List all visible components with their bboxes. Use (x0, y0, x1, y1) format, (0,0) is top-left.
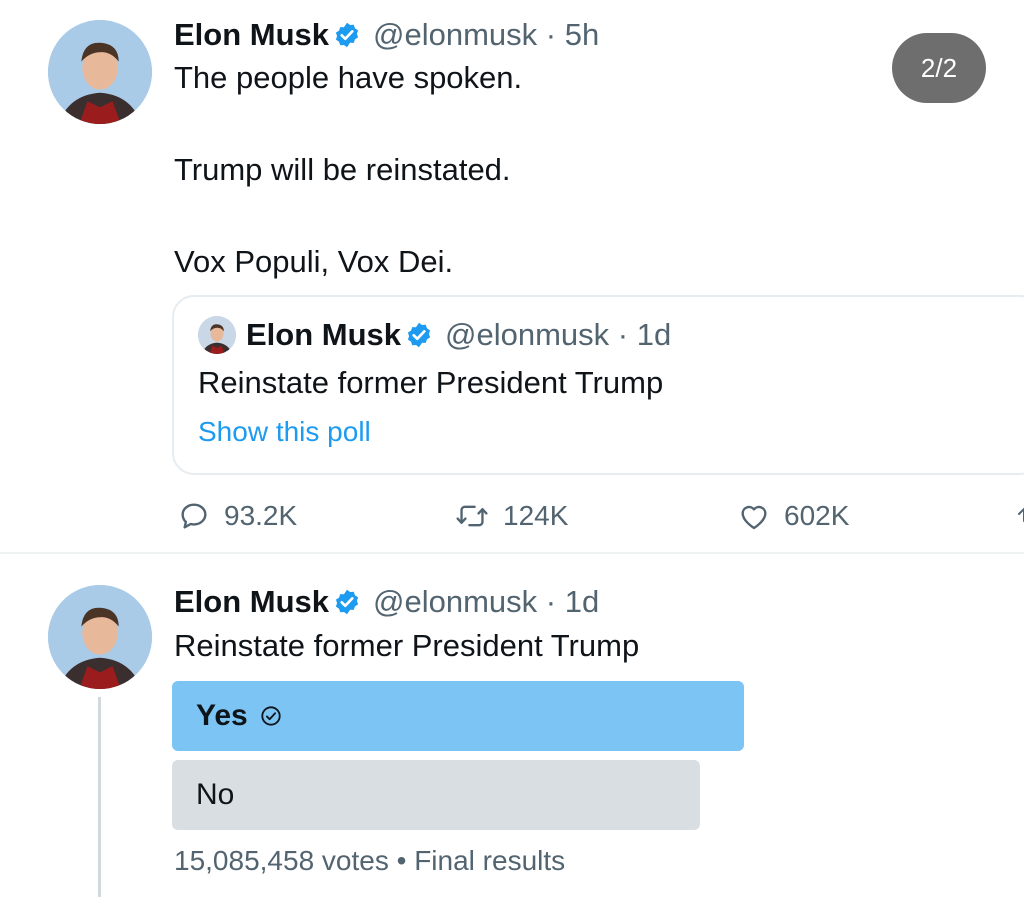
avatar[interactable] (48, 20, 152, 124)
tweet-text-line-2: Trump will be reinstated. (174, 152, 511, 187)
poll-option-label: No (196, 778, 235, 811)
handle-timestamp[interactable]: @elonmusk · 5h (373, 17, 599, 53)
poll-option-no: No (172, 760, 700, 830)
tweet-divider (0, 552, 1024, 554)
like-icon (741, 505, 767, 530)
retweet-count: 124K (503, 500, 569, 531)
like-count: 602K (784, 500, 850, 531)
avatar[interactable] (48, 585, 152, 689)
quoted-handle-timestamp: @elonmusk · 1d (445, 317, 672, 352)
poll-footer: 15,085,458 votes • Final results (174, 845, 566, 876)
author-name[interactable]: Elon Musk (174, 17, 329, 53)
image-counter-badge: 2/2 (892, 33, 986, 103)
reply-icon (181, 503, 207, 529)
verified-badge-icon (407, 322, 431, 348)
show-poll-link[interactable]: Show this poll (198, 416, 371, 448)
tweet-text-line-1: The people have spoken. (174, 60, 523, 95)
reply-count: 93.2K (224, 500, 298, 531)
avatar-image (48, 20, 152, 124)
poll-question: Reinstate former President Trump (174, 628, 640, 663)
check-circle-icon (261, 706, 281, 726)
retweet-icon (456, 505, 488, 527)
verified-badge-icon (335, 589, 359, 615)
handle-timestamp[interactable]: @elonmusk · 1d (373, 584, 599, 620)
poll-option-label: Yes (196, 699, 248, 732)
like-button[interactable]: 602K (738, 496, 849, 536)
author-name[interactable]: Elon Musk (174, 584, 329, 620)
tweet-text-line-3: Vox Populi, Vox Dei. (174, 244, 454, 279)
verified-badge-icon (335, 22, 359, 48)
reply-button[interactable]: 93.2K (178, 496, 297, 536)
image-counter-label: 2/2 (920, 52, 958, 83)
poll-option-yes: Yes (172, 681, 744, 751)
quoted-avatar (198, 316, 236, 354)
thread-line (98, 697, 101, 897)
quoted-avatar-image (198, 316, 236, 354)
quoted-tweet-text: Reinstate former President Trump (198, 365, 664, 400)
share-icon-glyph (1018, 507, 1024, 522)
avatar-image (48, 585, 152, 689)
share-icon[interactable] (1014, 505, 1024, 527)
retweet-button[interactable]: 124K (455, 496, 568, 536)
quoted-author-name: Elon Musk (246, 317, 402, 352)
